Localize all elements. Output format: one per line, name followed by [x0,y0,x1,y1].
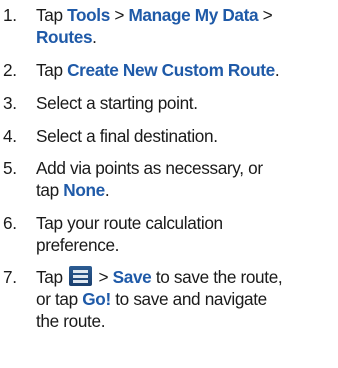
menu-icon [69,266,93,286]
step-number: 7. [3,267,17,287]
step-number: 1. [3,5,17,25]
step-number: 2. [3,60,17,80]
step-text: Select a starting point. [36,93,198,113]
menu-tools: Tools [67,5,110,25]
menu-create-new-custom-route: Create New Custom Route [67,60,275,80]
step-text: Add via points as necessary, or tap None… [36,158,263,200]
step-number: 5. [3,158,17,178]
menu-none: None [63,180,105,200]
step-text: Tap Tools > Manage My Data > Routes. [36,5,273,47]
step-text: Tap your route calculation preference. [36,213,223,255]
step-text: Tap Create New Custom Route. [36,60,280,80]
menu-manage-my-data: Manage My Data [128,5,259,25]
step-number: 4. [3,126,17,146]
menu-go: Go! [82,289,111,309]
step-text: Tap > Save to save the route, or tap Go!… [36,266,283,331]
step-number: 3. [3,93,17,113]
menu-routes: Routes [36,27,93,47]
step-text: Select a final destination. [36,126,218,146]
step-number: 6. [3,213,17,233]
menu-save: Save [112,267,152,287]
